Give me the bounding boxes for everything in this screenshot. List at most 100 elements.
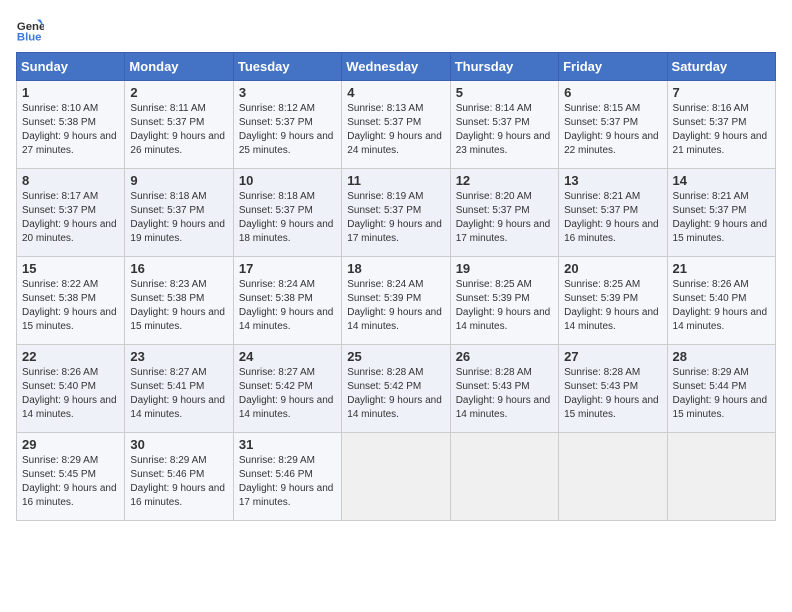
day-info: Sunrise: 8:20 AMSunset: 5:37 PMDaylight:… bbox=[456, 190, 553, 246]
day-number: 24 bbox=[239, 349, 336, 364]
day-number: 1 bbox=[22, 85, 119, 100]
day-info: Sunrise: 8:28 AMSunset: 5:43 PMDaylight:… bbox=[456, 366, 553, 422]
calendar-cell: 25Sunrise: 8:28 AMSunset: 5:42 PMDayligh… bbox=[342, 345, 450, 433]
calendar-table: SundayMondayTuesdayWednesdayThursdayFrid… bbox=[16, 52, 776, 521]
day-number: 23 bbox=[130, 349, 227, 364]
day-info: Sunrise: 8:27 AMSunset: 5:41 PMDaylight:… bbox=[130, 366, 227, 422]
calendar-cell: 4Sunrise: 8:13 AMSunset: 5:37 PMDaylight… bbox=[342, 81, 450, 169]
col-header-friday: Friday bbox=[559, 53, 667, 81]
day-info: Sunrise: 8:25 AMSunset: 5:39 PMDaylight:… bbox=[456, 278, 553, 334]
day-number: 30 bbox=[130, 437, 227, 452]
day-number: 6 bbox=[564, 85, 661, 100]
col-header-saturday: Saturday bbox=[667, 53, 775, 81]
day-info: Sunrise: 8:26 AMSunset: 5:40 PMDaylight:… bbox=[22, 366, 119, 422]
day-number: 14 bbox=[673, 173, 770, 188]
day-info: Sunrise: 8:29 AMSunset: 5:45 PMDaylight:… bbox=[22, 454, 119, 510]
day-info: Sunrise: 8:18 AMSunset: 5:37 PMDaylight:… bbox=[130, 190, 227, 246]
calendar-week-3: 15 Sunrise: 8:22 AMSunset: 5:38 PMDayligh… bbox=[17, 257, 776, 345]
day-info: Sunrise: 8:14 AMSunset: 5:37 PMDaylight:… bbox=[456, 102, 553, 158]
day-info: Sunrise: 8:27 AMSunset: 5:42 PMDaylight:… bbox=[239, 366, 336, 422]
day-info: Sunrise: 8:21 AMSunset: 5:37 PMDaylight:… bbox=[564, 190, 661, 246]
day-number: 21 bbox=[673, 261, 770, 276]
col-header-thursday: Thursday bbox=[450, 53, 558, 81]
day-info: Sunrise: 8:15 AMSunset: 5:37 PMDaylight:… bbox=[564, 102, 661, 158]
day-number: 4 bbox=[347, 85, 444, 100]
day-number: 26 bbox=[456, 349, 553, 364]
day-info: Sunrise: 8:19 AMSunset: 5:37 PMDaylight:… bbox=[347, 190, 444, 246]
day-info: Sunrise: 8:22 AMSunset: 5:38 PMDaylight:… bbox=[22, 278, 119, 334]
day-info: Sunrise: 8:29 AMSunset: 5:46 PMDaylight:… bbox=[239, 454, 336, 510]
calendar-cell: 6 Sunrise: 8:15 AMSunset: 5:37 PMDaylight… bbox=[559, 81, 667, 169]
day-number: 15 bbox=[22, 261, 119, 276]
day-number: 10 bbox=[239, 173, 336, 188]
day-info: Sunrise: 8:29 AMSunset: 5:44 PMDaylight:… bbox=[673, 366, 770, 422]
col-header-sunday: Sunday bbox=[17, 53, 125, 81]
calendar-cell: 10 Sunrise: 8:18 AMSunset: 5:37 PMDayligh… bbox=[233, 169, 341, 257]
calendar-cell: 18 Sunrise: 8:24 AMSunset: 5:39 PMDayligh… bbox=[342, 257, 450, 345]
calendar-cell: 8Sunrise: 8:17 AMSunset: 5:37 PMDaylight… bbox=[17, 169, 125, 257]
day-number: 13 bbox=[564, 173, 661, 188]
day-number: 5 bbox=[456, 85, 553, 100]
calendar-cell: 14 Sunrise: 8:21 AMSunset: 5:37 PMDayligh… bbox=[667, 169, 775, 257]
calendar-cell: 9Sunrise: 8:18 AMSunset: 5:37 PMDaylight… bbox=[125, 169, 233, 257]
day-number: 19 bbox=[456, 261, 553, 276]
day-info: Sunrise: 8:12 AMSunset: 5:37 PMDaylight:… bbox=[239, 102, 336, 158]
calendar-cell: 11 Sunrise: 8:19 AMSunset: 5:37 PMDayligh… bbox=[342, 169, 450, 257]
calendar-cell bbox=[342, 433, 450, 521]
calendar-cell: 28 Sunrise: 8:29 AMSunset: 5:44 PMDayligh… bbox=[667, 345, 775, 433]
day-number: 25 bbox=[347, 349, 444, 364]
calendar-cell: 21Sunrise: 8:26 AMSunset: 5:40 PMDayligh… bbox=[667, 257, 775, 345]
logo-icon: General Blue bbox=[16, 16, 44, 44]
calendar-cell: 13 Sunrise: 8:21 AMSunset: 5:37 PMDayligh… bbox=[559, 169, 667, 257]
day-number: 11 bbox=[347, 173, 444, 188]
logo: General Blue bbox=[16, 16, 48, 44]
calendar-cell: 7Sunrise: 8:16 AMSunset: 5:37 PMDaylight… bbox=[667, 81, 775, 169]
calendar-cell: 24 Sunrise: 8:27 AMSunset: 5:42 PMDayligh… bbox=[233, 345, 341, 433]
day-number: 2 bbox=[130, 85, 227, 100]
calendar-week-5: 29 Sunrise: 8:29 AMSunset: 5:45 PMDayligh… bbox=[17, 433, 776, 521]
day-info: Sunrise: 8:21 AMSunset: 5:37 PMDaylight:… bbox=[673, 190, 770, 246]
calendar-cell bbox=[450, 433, 558, 521]
calendar-cell: 22 Sunrise: 8:26 AMSunset: 5:40 PMDayligh… bbox=[17, 345, 125, 433]
day-number: 12 bbox=[456, 173, 553, 188]
day-number: 29 bbox=[22, 437, 119, 452]
day-info: Sunrise: 8:24 AMSunset: 5:39 PMDaylight:… bbox=[347, 278, 444, 334]
calendar-cell: 12 Sunrise: 8:20 AMSunset: 5:37 PMDayligh… bbox=[450, 169, 558, 257]
calendar-cell: 2 Sunrise: 8:11 AMSunset: 5:37 PMDaylight… bbox=[125, 81, 233, 169]
day-info: Sunrise: 8:24 AMSunset: 5:38 PMDaylight:… bbox=[239, 278, 336, 334]
day-info: Sunrise: 8:11 AMSunset: 5:37 PMDaylight:… bbox=[130, 102, 227, 158]
day-info: Sunrise: 8:18 AMSunset: 5:37 PMDaylight:… bbox=[239, 190, 336, 246]
day-info: Sunrise: 8:29 AMSunset: 5:46 PMDaylight:… bbox=[130, 454, 227, 510]
calendar-week-4: 22 Sunrise: 8:26 AMSunset: 5:40 PMDayligh… bbox=[17, 345, 776, 433]
calendar-cell: 1Sunrise: 8:10 AMSunset: 5:38 PMDaylight… bbox=[17, 81, 125, 169]
calendar-cell: 17 Sunrise: 8:24 AMSunset: 5:38 PMDayligh… bbox=[233, 257, 341, 345]
day-number: 28 bbox=[673, 349, 770, 364]
calendar-cell: 29 Sunrise: 8:29 AMSunset: 5:45 PMDayligh… bbox=[17, 433, 125, 521]
day-number: 18 bbox=[347, 261, 444, 276]
day-number: 8 bbox=[22, 173, 119, 188]
day-number: 22 bbox=[22, 349, 119, 364]
calendar-cell: 23 Sunrise: 8:27 AMSunset: 5:41 PMDayligh… bbox=[125, 345, 233, 433]
calendar-cell: 27 Sunrise: 8:28 AMSunset: 5:43 PMDayligh… bbox=[559, 345, 667, 433]
day-number: 16 bbox=[130, 261, 227, 276]
col-header-tuesday: Tuesday bbox=[233, 53, 341, 81]
col-header-wednesday: Wednesday bbox=[342, 53, 450, 81]
calendar-cell: 3 Sunrise: 8:12 AMSunset: 5:37 PMDaylight… bbox=[233, 81, 341, 169]
day-number: 27 bbox=[564, 349, 661, 364]
col-header-monday: Monday bbox=[125, 53, 233, 81]
page-header: General Blue bbox=[16, 16, 776, 44]
calendar-cell: 30 Sunrise: 8:29 AMSunset: 5:46 PMDayligh… bbox=[125, 433, 233, 521]
calendar-cell bbox=[667, 433, 775, 521]
calendar-cell: 19 Sunrise: 8:25 AMSunset: 5:39 PMDayligh… bbox=[450, 257, 558, 345]
day-info: Sunrise: 8:25 AMSunset: 5:39 PMDaylight:… bbox=[564, 278, 661, 334]
day-info: Sunrise: 8:16 AMSunset: 5:37 PMDaylight:… bbox=[673, 102, 770, 158]
day-number: 17 bbox=[239, 261, 336, 276]
day-number: 20 bbox=[564, 261, 661, 276]
calendar-week-2: 8Sunrise: 8:17 AMSunset: 5:37 PMDaylight… bbox=[17, 169, 776, 257]
svg-text:Blue: Blue bbox=[17, 32, 42, 44]
day-info: Sunrise: 8:23 AMSunset: 5:38 PMDaylight:… bbox=[130, 278, 227, 334]
day-number: 31 bbox=[239, 437, 336, 452]
day-number: 3 bbox=[239, 85, 336, 100]
day-info: Sunrise: 8:28 AMSunset: 5:43 PMDaylight:… bbox=[564, 366, 661, 422]
calendar-cell: 16 Sunrise: 8:23 AMSunset: 5:38 PMDayligh… bbox=[125, 257, 233, 345]
